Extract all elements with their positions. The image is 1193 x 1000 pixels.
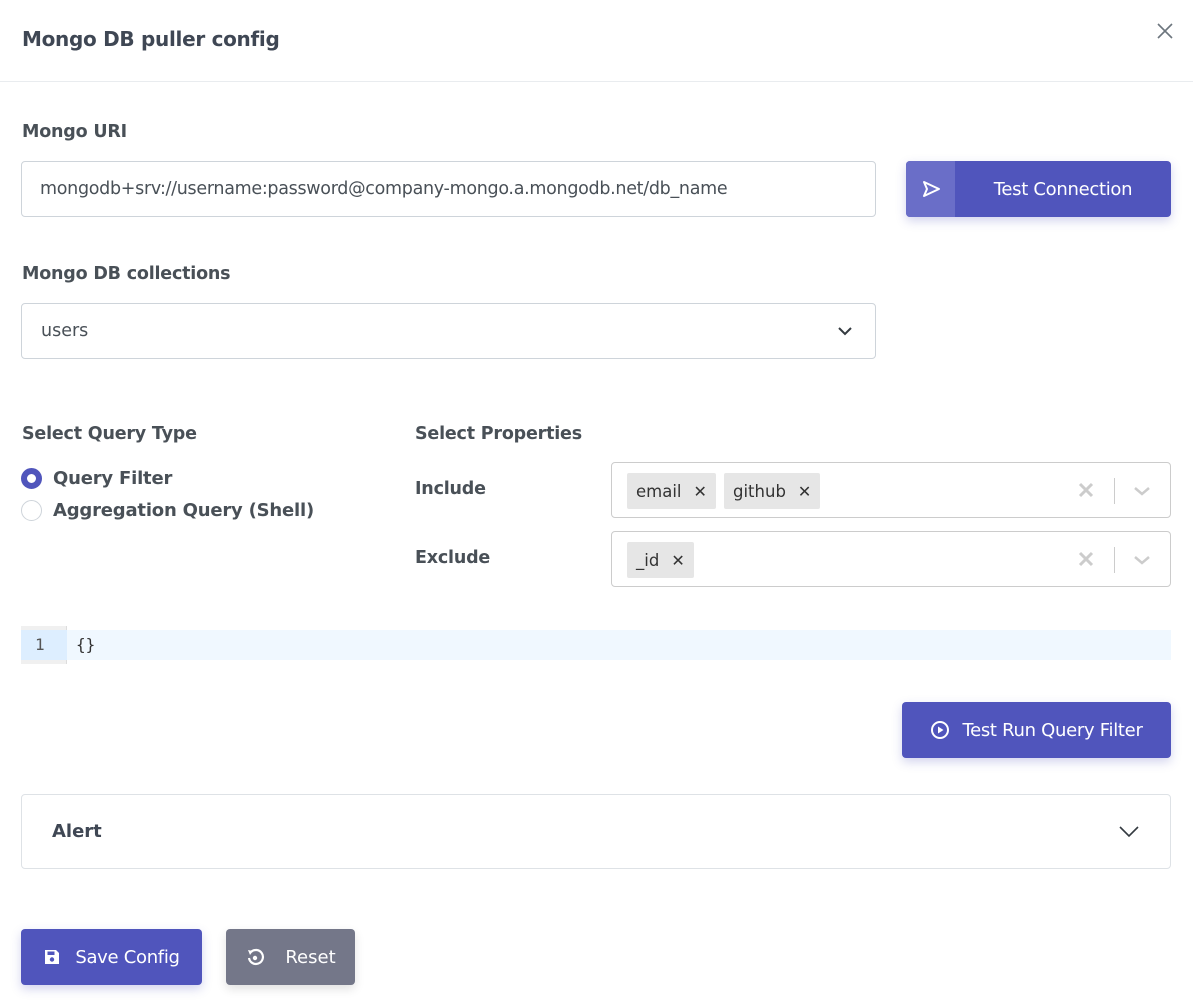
chevron-down-icon bbox=[838, 327, 852, 336]
alert-accordion[interactable]: Alert bbox=[21, 794, 1171, 869]
clear-icon[interactable] bbox=[1076, 549, 1096, 569]
dialog-title: Mongo DB puller config bbox=[22, 27, 280, 51]
collections-label: Mongo DB collections bbox=[22, 264, 231, 284]
line-number: 1 bbox=[35, 635, 45, 654]
mongo-uri-input[interactable] bbox=[21, 161, 876, 217]
chip-label: email bbox=[636, 481, 682, 501]
test-run-query-button[interactable]: Test Run Query Filter bbox=[902, 702, 1171, 758]
exclude-multiselect[interactable]: _id ✕ bbox=[611, 531, 1171, 587]
dialog-header: Mongo DB puller config bbox=[0, 0, 1193, 82]
code-line[interactable]: {} bbox=[76, 635, 95, 654]
close-button[interactable] bbox=[1154, 20, 1176, 42]
separator bbox=[1114, 478, 1115, 504]
test-connection-button[interactable]: Test Connection bbox=[906, 161, 1171, 217]
save-icon bbox=[45, 950, 60, 964]
save-config-button[interactable]: Save Config bbox=[21, 929, 202, 985]
include-multiselect[interactable]: email ✕ github ✕ bbox=[611, 462, 1171, 518]
test-run-query-label: Test Run Query Filter bbox=[962, 719, 1143, 741]
select-properties-label: Select Properties bbox=[415, 424, 582, 444]
send-icon bbox=[922, 181, 940, 197]
collections-select[interactable]: users bbox=[21, 303, 876, 359]
radio-button-unchecked[interactable] bbox=[21, 500, 42, 521]
close-icon bbox=[1157, 23, 1173, 39]
reset-button[interactable]: Reset bbox=[226, 929, 355, 985]
chip-label: _id bbox=[636, 550, 660, 570]
chevron-down-icon[interactable] bbox=[1132, 550, 1152, 570]
remove-chip-icon[interactable]: ✕ bbox=[798, 482, 811, 501]
separator bbox=[1114, 547, 1115, 573]
chip-email: email ✕ bbox=[627, 473, 716, 509]
radio-query-filter[interactable]: Query Filter bbox=[21, 468, 172, 489]
play-circle-icon bbox=[931, 721, 950, 739]
radio-label: Query Filter bbox=[53, 468, 173, 489]
chip-id: _id ✕ bbox=[627, 542, 694, 578]
chevron-down-icon bbox=[1119, 826, 1139, 838]
radio-button-checked[interactable] bbox=[21, 468, 42, 489]
reset-label: Reset bbox=[285, 946, 336, 968]
query-type-label: Select Query Type bbox=[22, 424, 197, 444]
test-connection-label: Test Connection bbox=[993, 178, 1133, 200]
query-code-editor[interactable] bbox=[21, 630, 1171, 660]
remove-chip-icon[interactable]: ✕ bbox=[694, 482, 707, 501]
remove-chip-icon[interactable]: ✕ bbox=[671, 551, 684, 570]
chevron-down-icon[interactable] bbox=[1132, 481, 1152, 501]
chip-label: github bbox=[733, 481, 786, 501]
alert-accordion-label: Alert bbox=[52, 821, 102, 842]
exclude-label: Exclude bbox=[415, 548, 491, 568]
mongo-uri-label: Mongo URI bbox=[22, 122, 127, 142]
reset-icon bbox=[248, 948, 265, 965]
radio-aggregation-query[interactable]: Aggregation Query (Shell) bbox=[21, 500, 314, 521]
include-label: Include bbox=[415, 479, 486, 499]
radio-label: Aggregation Query (Shell) bbox=[53, 500, 315, 521]
chip-github: github ✕ bbox=[724, 473, 821, 509]
send-icon-wrap bbox=[906, 161, 955, 217]
clear-icon[interactable] bbox=[1076, 480, 1096, 500]
collections-selected-value: users bbox=[41, 321, 89, 341]
save-config-label: Save Config bbox=[75, 946, 180, 968]
